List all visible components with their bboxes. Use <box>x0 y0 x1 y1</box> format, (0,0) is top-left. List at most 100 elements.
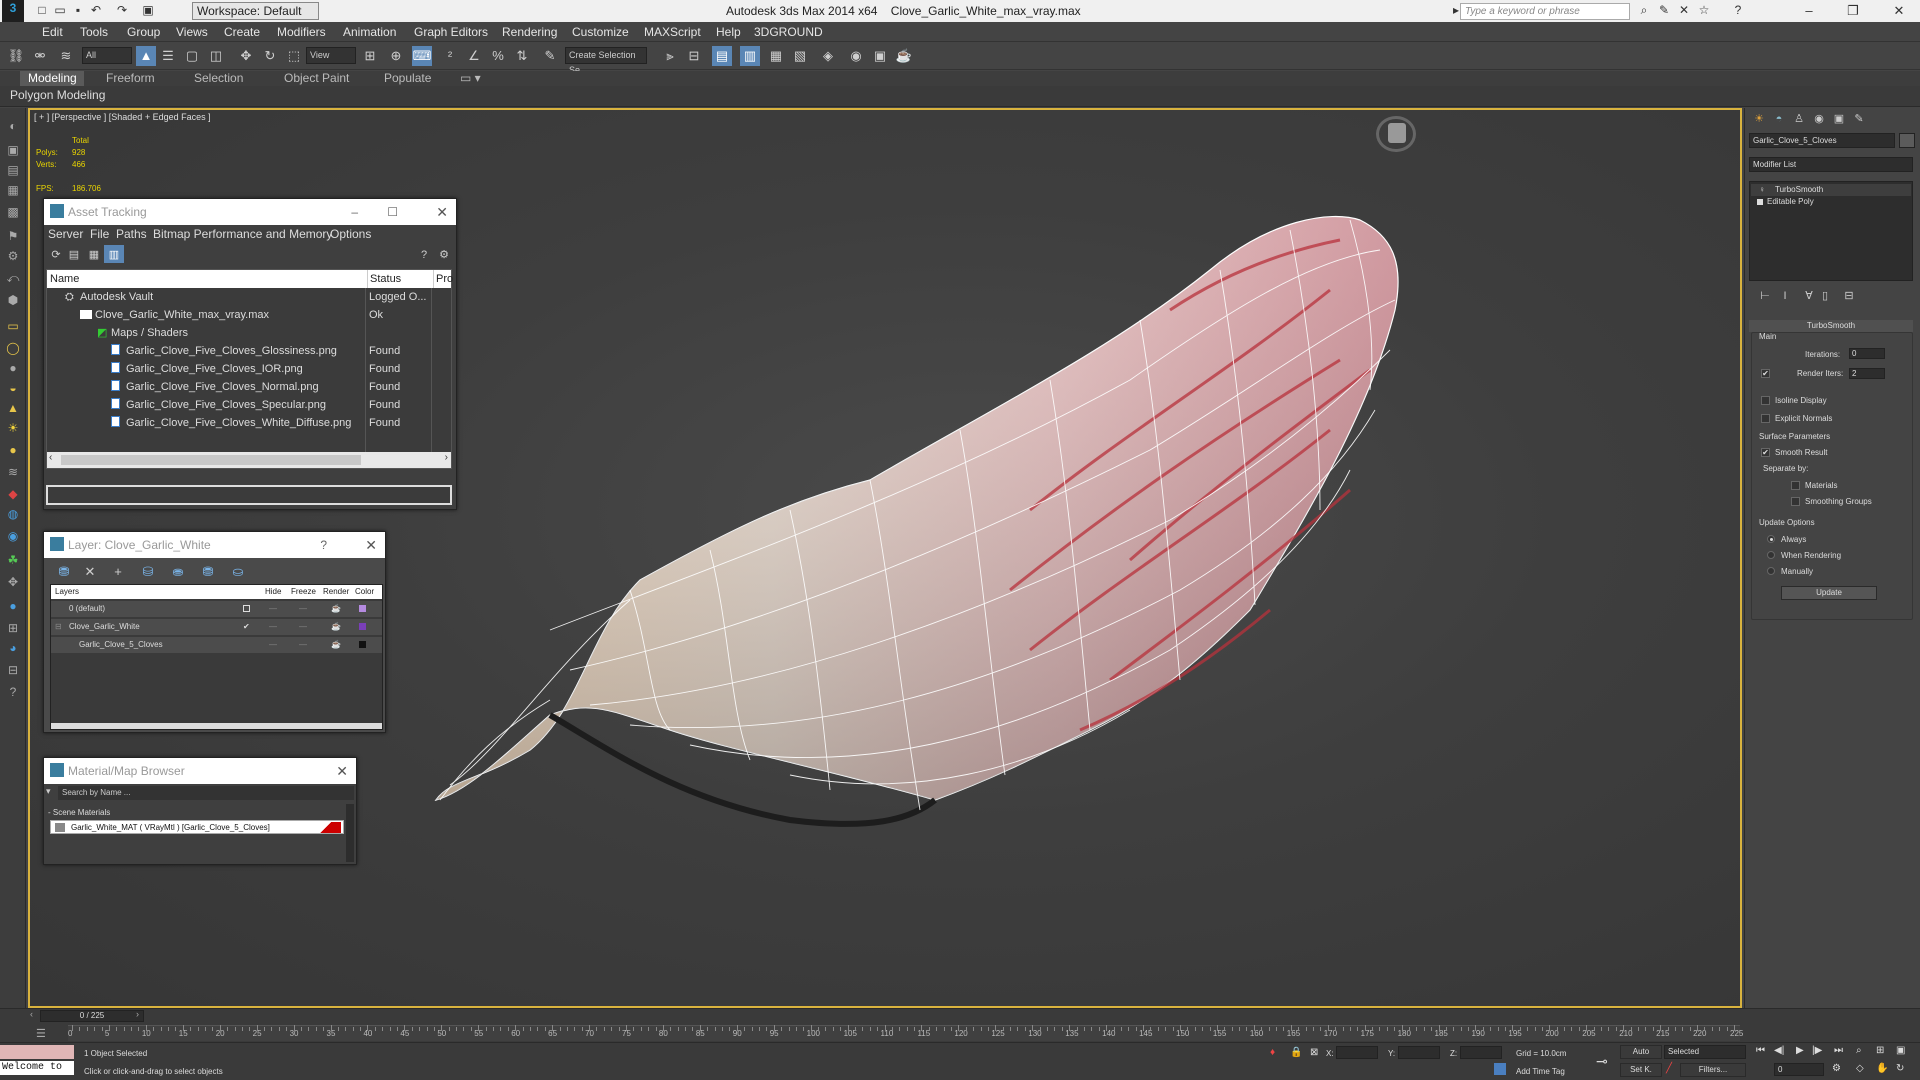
x-coordinate-field[interactable] <box>1336 1046 1378 1059</box>
layer-row[interactable]: Garlic_Clove_5_Cloves — — ☕ <box>51 637 382 653</box>
ribbon-options-icon[interactable]: ▭ ▾ <box>452 71 489 86</box>
isoline-display-checkbox[interactable] <box>1761 396 1770 405</box>
material-editor-icon[interactable]: ◉ <box>846 46 866 66</box>
maxscript-listener-top[interactable] <box>0 1045 74 1059</box>
orbit-icon[interactable]: ↻ <box>1896 1063 1904 1074</box>
search-input[interactable]: Type a keyword or phrase <box>1460 3 1630 20</box>
track-bar-menu-icon[interactable]: ☰ <box>36 1027 46 1040</box>
redo-icon[interactable]: ↷ <box>114 2 130 18</box>
viewport-icon-2[interactable]: ▣ <box>5 142 21 158</box>
viewport-icon-4[interactable]: ▦ <box>5 182 21 198</box>
material-list-item[interactable]: Garlic_White_MAT ( VRayMtl ) [Garlic_Clo… <box>50 820 344 834</box>
material-scrollbar[interactable] <box>346 804 354 862</box>
menu-animation[interactable]: Animation <box>343 25 396 39</box>
modifier-list-dropdown[interactable]: Modifier List <box>1749 157 1913 172</box>
viewport-icon-25[interactable]: ◕ <box>5 640 21 656</box>
layer-hide-all-icon[interactable]: ⛃ <box>198 562 218 580</box>
viewport-icon-17[interactable]: ≋ <box>5 464 21 480</box>
freeze-toggle[interactable]: — <box>299 619 307 635</box>
layer-create-icon[interactable]: ⛃ <box>54 562 74 580</box>
menu-tools[interactable]: Tools <box>80 25 108 39</box>
table-icon[interactable]: ▦ <box>84 245 104 263</box>
render-teapot-icon[interactable]: ☕ <box>894 46 914 66</box>
column-layers[interactable]: Layers <box>55 585 79 599</box>
project-folder-icon[interactable]: ▣ <box>140 2 156 18</box>
z-coordinate-field[interactable] <box>1460 1046 1502 1059</box>
named-selection-set-dropdown[interactable]: Create Selection Se <box>565 47 647 75</box>
menu-paths[interactable]: Paths <box>116 227 147 241</box>
utilities-panel-icon[interactable]: ✎ <box>1851 111 1867 127</box>
workspace-dropdown[interactable]: Workspace: Default <box>192 2 319 20</box>
layer-add-icon[interactable]: + <box>108 562 128 580</box>
viewport-icon-5[interactable]: ▩ <box>5 204 21 220</box>
scroll-right-icon[interactable]: › <box>445 452 448 463</box>
layer-scrollbar[interactable] <box>51 723 382 729</box>
go-to-start-icon[interactable]: ⏮ <box>1756 1045 1765 1056</box>
set-key-icon[interactable]: ⊸ <box>1596 1053 1608 1070</box>
tab-selection[interactable]: Selection <box>186 71 251 86</box>
layer-explorer-icon[interactable]: ▤ <box>712 46 732 66</box>
time-slider-prev-icon[interactable]: ‹ <box>30 1009 33 1019</box>
keyboard-shortcut-override-icon[interactable]: ⌨ <box>412 46 432 66</box>
scroll-left-icon[interactable]: ‹ <box>49 452 52 463</box>
iterations-spinner[interactable]: 0 <box>1849 348 1885 359</box>
menu-help[interactable]: Help <box>716 25 741 39</box>
scale-icon[interactable]: ⬚ <box>284 46 304 66</box>
viewport-icon-18[interactable]: ◆ <box>5 486 21 502</box>
viewport-icon-20[interactable]: ◉ <box>5 528 21 544</box>
modify-panel-icon[interactable]: ◓ <box>1771 111 1787 127</box>
column-name[interactable]: Name <box>50 270 79 288</box>
render-teapot-icon[interactable]: ☕ <box>331 601 341 617</box>
scene-materials-header[interactable]: - Scene Materials <box>48 808 110 817</box>
reference-coordinate-dropdown[interactable]: View <box>306 47 356 64</box>
object-color-swatch[interactable] <box>1899 133 1915 148</box>
add-time-tag[interactable]: Add Time Tag <box>1516 1067 1565 1076</box>
graphite-ribbon-icon[interactable]: ▦ <box>766 46 786 66</box>
column-status[interactable]: Status <box>367 270 401 288</box>
expand-icon[interactable]: ⊟ <box>55 619 62 635</box>
tab-object-paint[interactable]: Object Paint <box>276 71 357 86</box>
sun-light-icon[interactable]: ☀ <box>5 420 21 436</box>
column-pro[interactable]: Pro <box>433 270 453 288</box>
close-icon[interactable]: ✕ <box>365 532 377 558</box>
layer-color-swatch[interactable] <box>359 641 366 648</box>
menu-create[interactable]: Create <box>224 25 260 39</box>
list-icon[interactable]: ▤ <box>64 245 84 263</box>
render-setup-icon[interactable]: ▣ <box>870 46 890 66</box>
schematic-view-icon[interactable]: ◈ <box>818 46 838 66</box>
layer-highlight-icon[interactable]: ⛂ <box>168 562 188 580</box>
key-filters-button[interactable]: Filters... <box>1680 1063 1746 1077</box>
communication-icon[interactable]: ✕ <box>1676 2 1692 18</box>
spinner-snap-icon[interactable]: ⇅ <box>512 46 532 66</box>
menu-file[interactable]: File <box>90 227 109 241</box>
select-object-icon[interactable]: ▲ <box>136 46 156 66</box>
menu-modifiers[interactable]: Modifiers <box>277 25 326 39</box>
layer-delete-icon[interactable]: ✕ <box>80 562 100 580</box>
viewport-icon-7[interactable]: ⚙ <box>5 248 21 264</box>
smoothing-groups-checkbox[interactable] <box>1791 497 1800 506</box>
table-row[interactable]: Garlic_Clove_Five_Cloves_Specular.png Fo… <box>47 396 451 414</box>
key-mode-icon[interactable]: ╱ <box>1666 1063 1672 1074</box>
time-tag-icon[interactable] <box>1494 1063 1506 1075</box>
pan-icon[interactable]: ✋ <box>1876 1063 1888 1074</box>
table-row[interactable]: Garlic_Clove_Five_Cloves_White_Diffuse.p… <box>47 414 451 432</box>
smooth-result-checkbox[interactable]: ✔ <box>1761 448 1770 457</box>
selection-filter-dropdown[interactable]: All <box>82 47 132 64</box>
modifier-stack-item[interactable]: Editable Poly <box>1751 196 1911 208</box>
material-browser-titlebar[interactable]: Material/Map Browser ✕ <box>44 758 356 784</box>
snaps-toggle-icon[interactable]: ² <box>440 46 460 66</box>
y-coordinate-field[interactable] <box>1398 1046 1440 1059</box>
hide-toggle[interactable]: — <box>269 601 277 617</box>
rectangular-selection-icon[interactable]: ▢ <box>182 46 202 66</box>
zoom-all-icon[interactable]: ⊞ <box>1876 1045 1884 1056</box>
horizontal-scrollbar[interactable]: ‹ › <box>47 452 451 468</box>
turbosmooth-rollout-header[interactable]: TurboSmooth <box>1749 320 1913 332</box>
rotate-icon[interactable]: ↻ <box>260 46 280 66</box>
auto-key-button[interactable]: Auto <box>1620 1045 1662 1059</box>
browser-options-icon[interactable]: ▾ <box>46 786 58 800</box>
table-row[interactable]: Clove_Garlic_White_max_vray.max Ok <box>47 306 451 324</box>
viewport-icon-23[interactable]: ● <box>5 598 21 614</box>
maximize-icon[interactable]: ☐ <box>387 199 398 225</box>
scroll-thumb[interactable] <box>61 455 361 465</box>
zoom-extents-icon[interactable]: ▣ <box>1896 1045 1905 1056</box>
